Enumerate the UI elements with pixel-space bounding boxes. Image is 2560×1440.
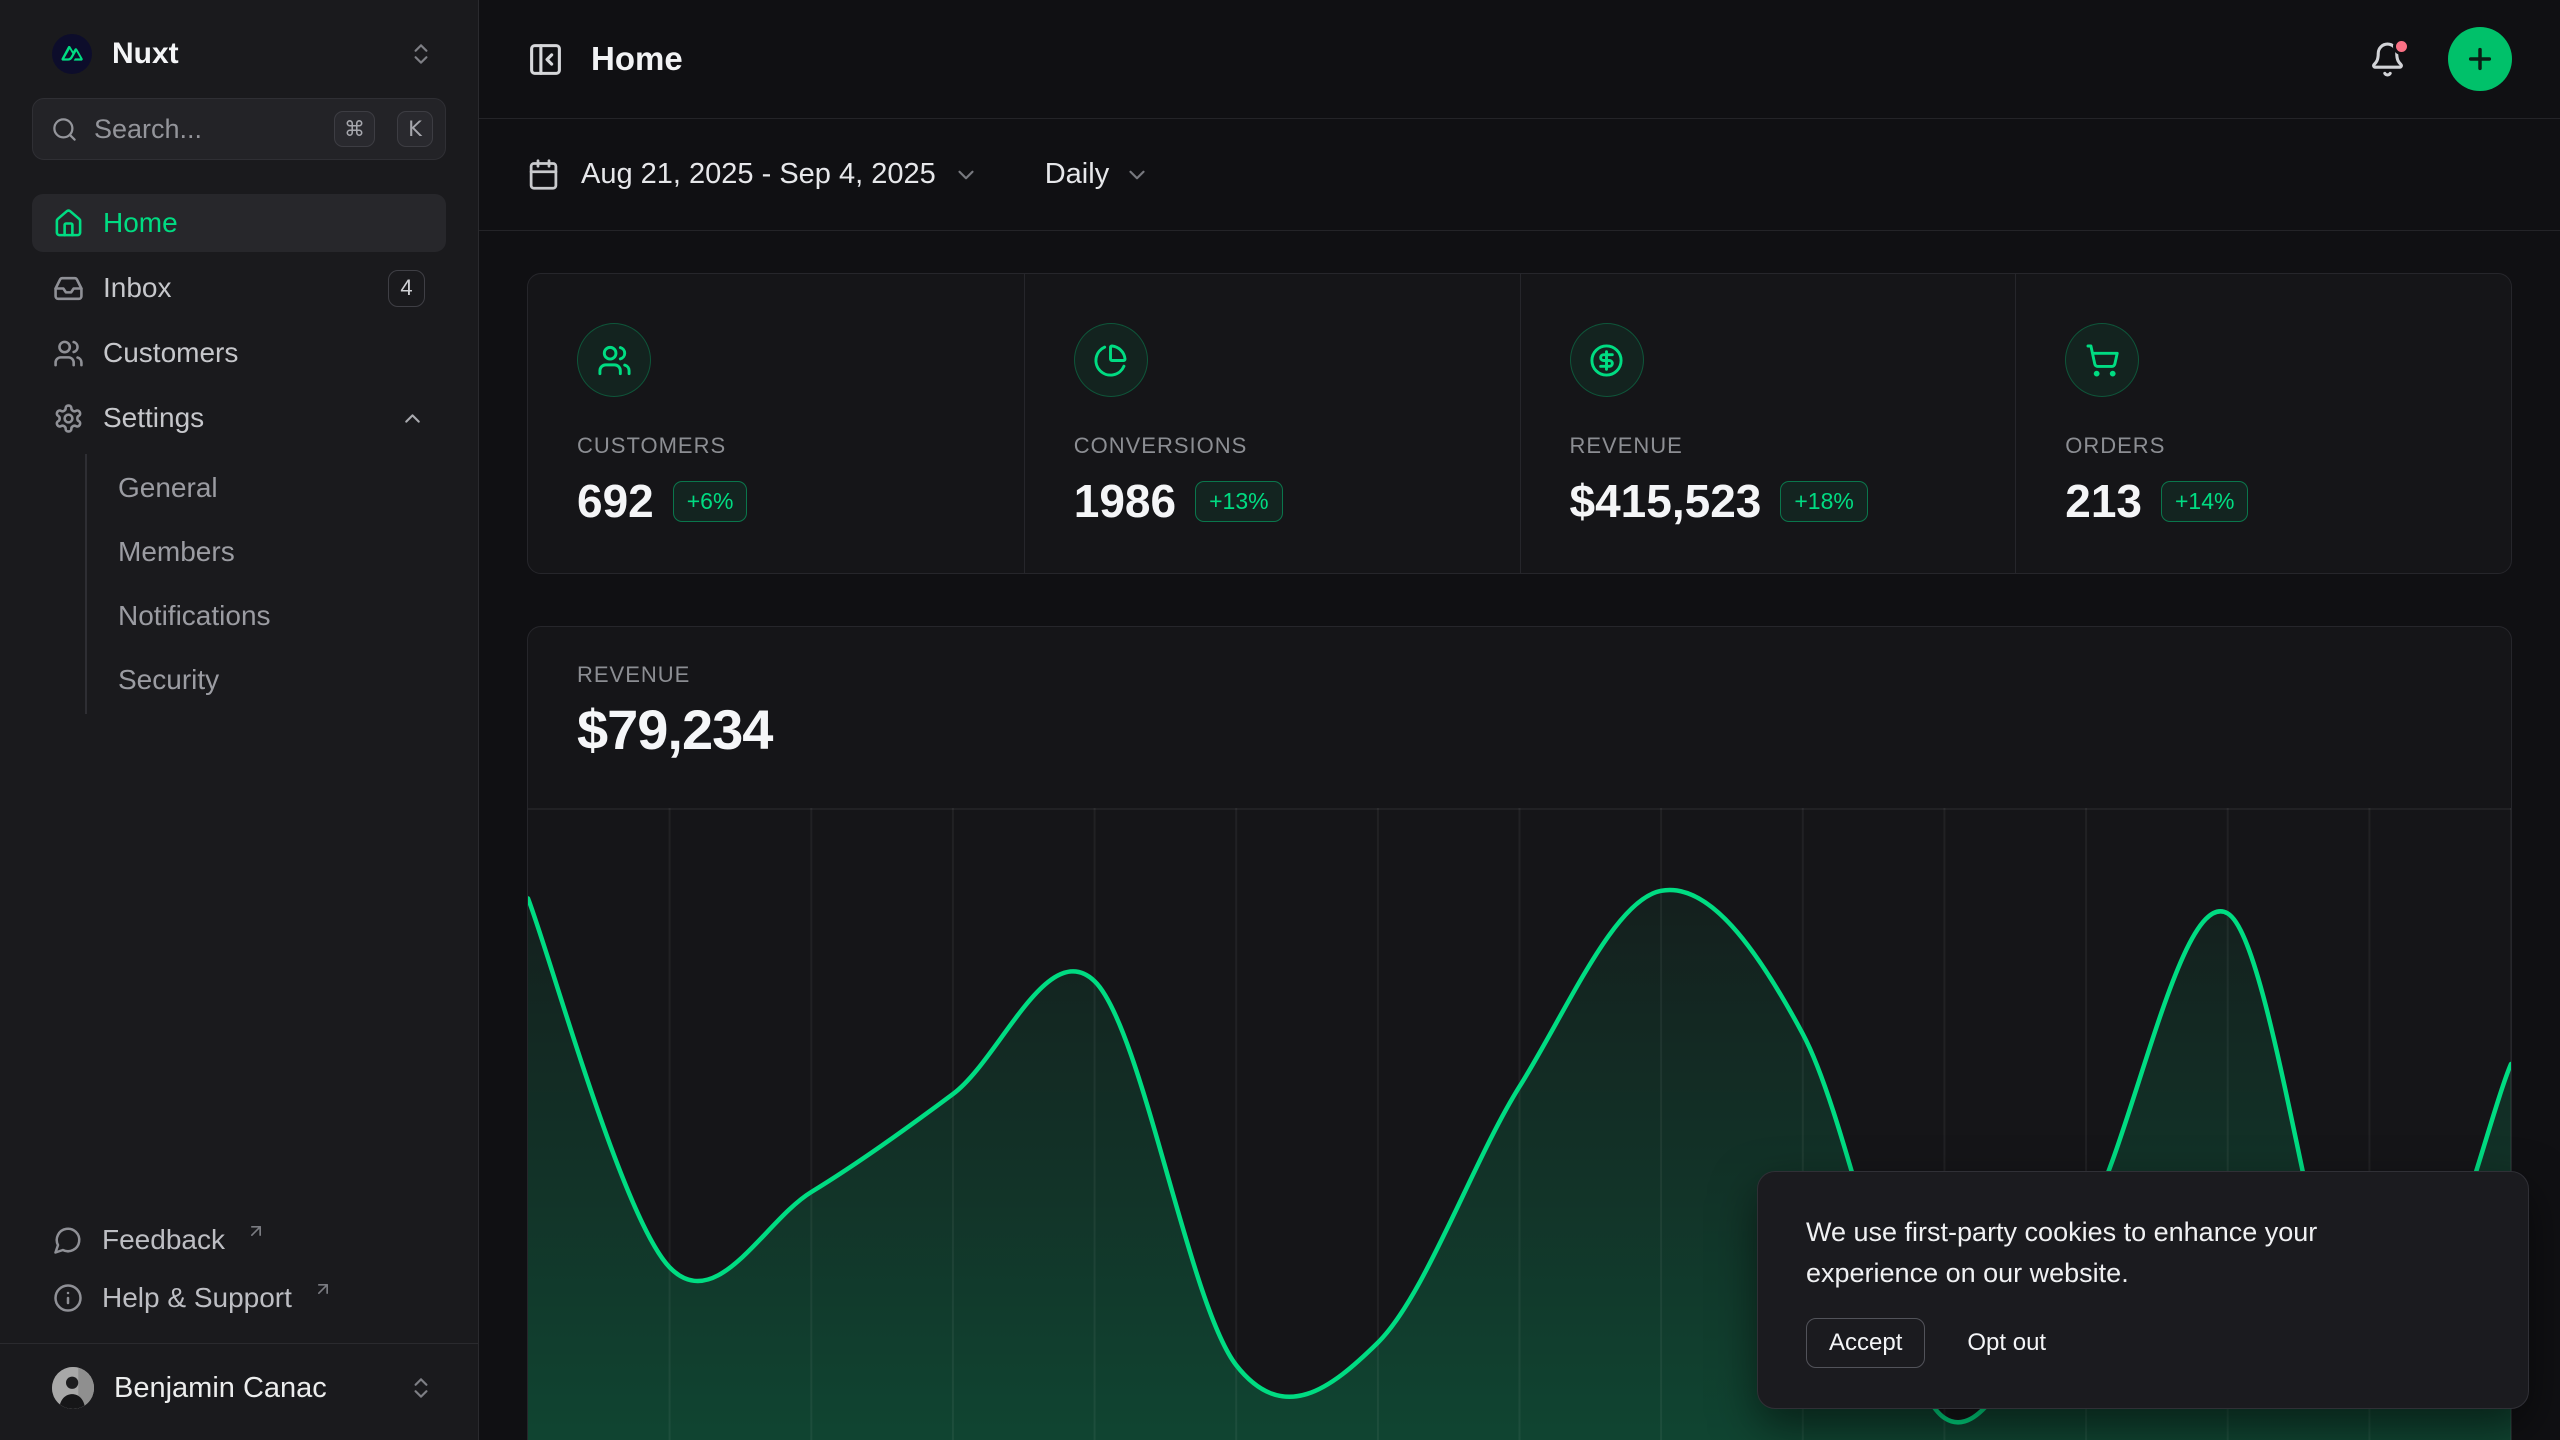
sidebar-item-notifications[interactable]: Notifications — [87, 584, 446, 648]
user-menu[interactable]: Benjamin Canac — [32, 1344, 446, 1432]
dollar-circle-icon — [1570, 323, 1644, 397]
opt-out-button[interactable]: Opt out — [1967, 1329, 2046, 1357]
panel-left-close-icon[interactable] — [527, 41, 564, 78]
chevron-down-icon[interactable] — [953, 162, 979, 188]
interval-select[interactable]: Daily — [1045, 158, 1109, 191]
user-name: Benjamin Canac — [114, 1372, 327, 1405]
stat-delta-badge: +14% — [2161, 481, 2248, 522]
message-circle-icon — [53, 1225, 83, 1255]
stat-value: 213 — [2065, 474, 2142, 528]
kbd-meta: ⌘ — [334, 111, 375, 147]
chevrons-up-down-icon — [408, 1375, 434, 1401]
stats-cards: CUSTOMERS 692 +6% CONVERSIONS 1986 +13% — [527, 273, 2512, 574]
page-title: Home — [591, 40, 683, 78]
feedback-link[interactable]: Feedback — [32, 1211, 446, 1269]
avatar — [52, 1367, 94, 1409]
date-range-picker[interactable]: Aug 21, 2025 - Sep 4, 2025 — [581, 158, 936, 191]
stat-label: CONVERSIONS — [1074, 433, 1520, 459]
sidebar-item-label: Settings — [103, 402, 204, 434]
sidebar-item-inbox[interactable]: Inbox 4 — [32, 259, 446, 317]
accept-button[interactable]: Accept — [1806, 1318, 1925, 1368]
sidebar-nav: Home Inbox 4 Customers Settings General … — [32, 194, 446, 714]
settings-subnav: General Members Notifications Security — [85, 454, 446, 714]
cookie-actions: Accept Opt out — [1806, 1318, 2480, 1368]
plus-icon — [2464, 43, 2496, 75]
search-input[interactable]: Search... ⌘ K — [32, 98, 446, 160]
page-header: Home — [479, 0, 2560, 119]
sidebar-item-label: Customers — [103, 337, 238, 369]
sub-item-label: Notifications — [118, 600, 271, 632]
workspace-name: Nuxt — [112, 37, 179, 71]
home-icon — [53, 208, 84, 239]
users-icon — [53, 338, 84, 369]
search-icon — [51, 116, 78, 143]
stat-card-orders[interactable]: ORDERS 213 +14% — [2015, 274, 2511, 573]
cookie-message: We use first-party cookies to enhance yo… — [1806, 1212, 2396, 1293]
filter-toolbar: Aug 21, 2025 - Sep 4, 2025 Daily — [479, 119, 2560, 231]
sidebar-item-security[interactable]: Security — [87, 648, 446, 712]
stat-card-conversions[interactable]: CONVERSIONS 1986 +13% — [1024, 274, 1520, 573]
sidebar-item-home[interactable]: Home — [32, 194, 446, 252]
sub-item-label: Security — [118, 664, 219, 696]
stat-value: 1986 — [1074, 474, 1176, 528]
calendar-icon — [527, 158, 560, 191]
sub-item-label: Members — [118, 536, 235, 568]
app-root: Nuxt Search... ⌘ K Home Inbox 4 Customer… — [0, 0, 2560, 1440]
notification-dot — [2393, 38, 2410, 55]
sidebar-item-settings[interactable]: Settings — [32, 389, 446, 447]
chevrons-up-down-icon — [408, 41, 434, 67]
stat-delta-badge: +18% — [1780, 481, 1867, 522]
users-icon — [577, 323, 651, 397]
sub-item-label: General — [118, 472, 218, 504]
search-placeholder: Search... — [94, 114, 312, 145]
stat-label: REVENUE — [1570, 433, 2016, 459]
sidebar-item-general[interactable]: General — [87, 456, 446, 520]
sidebar-item-label: Inbox — [103, 272, 172, 304]
revenue-chart-label: REVENUE — [528, 627, 2511, 688]
sidebar-item-label: Home — [103, 207, 178, 239]
stat-card-customers[interactable]: CUSTOMERS 692 +6% — [528, 274, 1024, 573]
pie-chart-icon — [1074, 323, 1148, 397]
side-link-label: Help & Support — [102, 1282, 292, 1314]
sidebar-spacer — [32, 714, 446, 1211]
gear-icon — [53, 403, 84, 434]
sidebar-item-customers[interactable]: Customers — [32, 324, 446, 382]
revenue-chart-value: $79,234 — [528, 688, 2511, 762]
stat-label: CUSTOMERS — [577, 433, 1024, 459]
external-link-icon — [313, 1279, 333, 1299]
stat-delta-badge: +13% — [1195, 481, 1282, 522]
kbd-k: K — [397, 111, 433, 147]
nuxt-logo-icon — [52, 34, 92, 74]
add-button[interactable] — [2448, 27, 2512, 91]
stat-label: ORDERS — [2065, 433, 2511, 459]
inbox-count-badge: 4 — [388, 270, 425, 307]
help-support-link[interactable]: Help & Support — [32, 1269, 446, 1327]
side-link-label: Feedback — [102, 1224, 225, 1256]
stat-value: $415,523 — [1570, 474, 1762, 528]
header-actions — [2369, 27, 2512, 91]
shopping-cart-icon — [2065, 323, 2139, 397]
sidebar: Nuxt Search... ⌘ K Home Inbox 4 Customer… — [0, 0, 479, 1440]
notifications-button[interactable] — [2369, 41, 2406, 78]
sidebar-item-members[interactable]: Members — [87, 520, 446, 584]
stat-delta-badge: +6% — [673, 481, 748, 522]
workspace-switcher[interactable]: Nuxt — [32, 34, 446, 74]
inbox-icon — [53, 273, 84, 304]
chevron-up-icon — [400, 406, 425, 431]
external-link-icon — [246, 1221, 266, 1241]
info-circle-icon — [53, 1283, 83, 1313]
stat-value: 692 — [577, 474, 654, 528]
chevron-down-icon[interactable] — [1124, 162, 1150, 188]
stat-card-revenue[interactable]: REVENUE $415,523 +18% — [1520, 274, 2016, 573]
cookie-banner: We use first-party cookies to enhance yo… — [1757, 1171, 2529, 1409]
